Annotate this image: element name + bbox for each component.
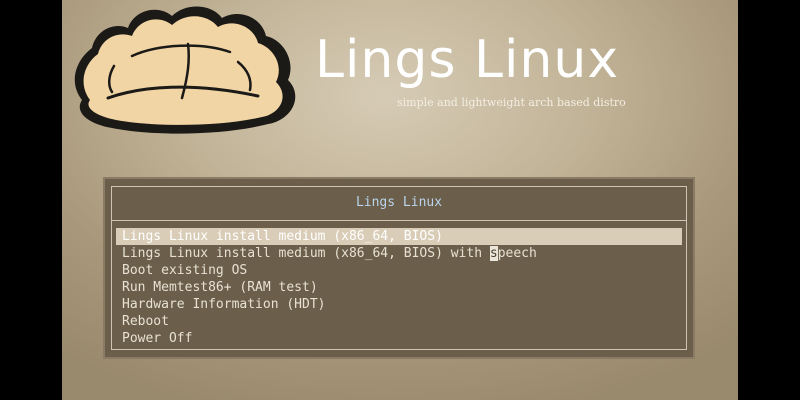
boot-entry-label: Lings Linux install medium (x86_64, BIOS… [122,229,443,244]
boot-entry-install-speech[interactable]: Lings Linux install medium (x86_64, BIOS… [116,245,682,262]
boot-screen: Lings Linux simple and lightweight arch … [62,0,738,400]
boot-entry-label: Reboot [122,314,169,329]
boot-entry-label: Lings Linux install medium (x86_64, BIOS… [122,246,490,261]
boot-entry-install[interactable]: Lings Linux install medium (x86_64, BIOS… [116,228,682,245]
menu-divider [112,220,686,221]
boot-entry-reboot[interactable]: Reboot [116,313,682,330]
boot-entry-label-rest: peech [497,246,537,261]
boot-entry-label: Power Off [122,331,193,346]
hotkey-letter: s [489,246,498,261]
brand-title: Lings Linux [315,30,620,90]
boot-entry-existing-os[interactable]: Boot existing OS [116,262,682,279]
boot-entry-label: Hardware Information (HDT) [122,297,326,312]
boot-entry-hdt[interactable]: Hardware Information (HDT) [116,296,682,313]
boot-entry-list: Lings Linux install medium (x86_64, BIOS… [116,228,682,347]
brand-tagline: simple and lightweight arch based distro [397,96,626,109]
boot-entry-memtest[interactable]: Run Memtest86+ (RAM test) [116,279,682,296]
dumpling-logo-icon [74,6,296,134]
boot-entry-label: Boot existing OS [122,263,248,278]
boot-menu-border: Lings Linux Lings Linux install medium (… [111,186,687,350]
boot-menu: Lings Linux Lings Linux install medium (… [103,177,695,359]
menu-title: Lings Linux [355,195,443,210]
boot-entry-poweroff[interactable]: Power Off [116,330,682,347]
boot-entry-label: Run Memtest86+ (RAM test) [122,280,318,295]
